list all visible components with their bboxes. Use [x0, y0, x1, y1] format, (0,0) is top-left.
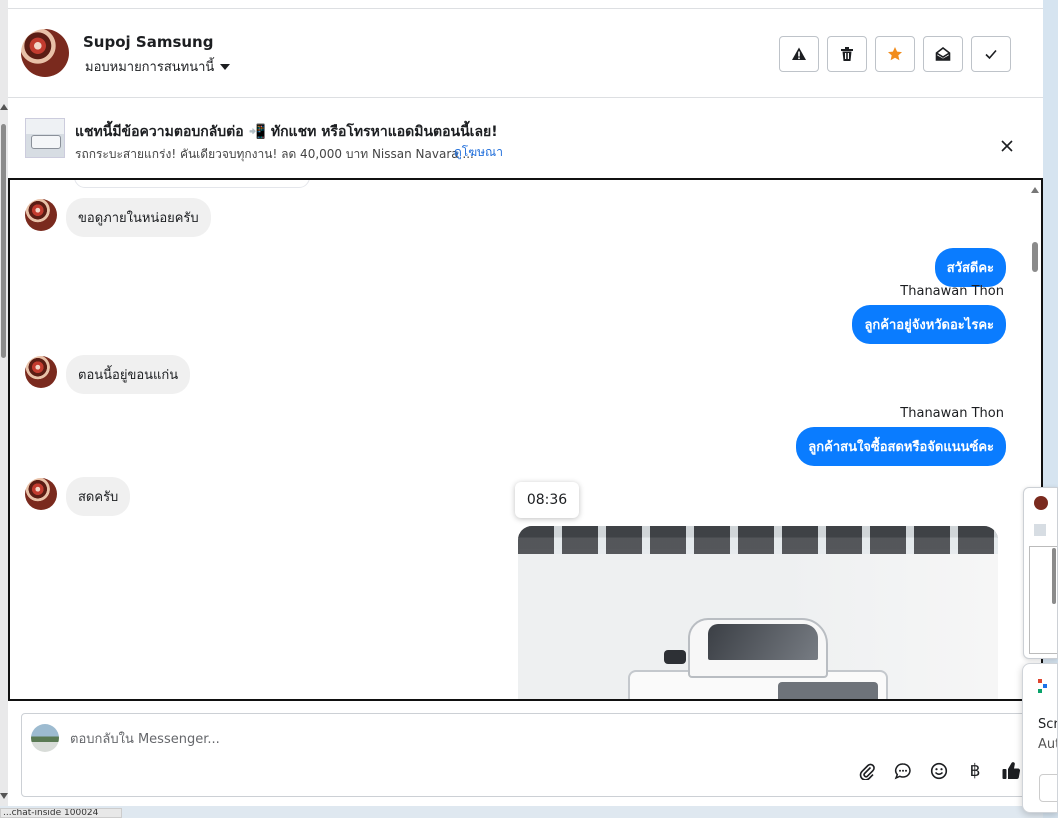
- scroll-up-arrow-icon[interactable]: [1031, 187, 1039, 193]
- notification-action-button[interactable]: [1039, 774, 1057, 802]
- scroll-down-arrow-icon[interactable]: [0, 793, 8, 799]
- scrollbar-thumb[interactable]: [1032, 242, 1038, 272]
- incoming-message[interactable]: สดครับ: [66, 477, 131, 516]
- conversation-header: Supoj Samsung มอบหมายการสนทนานี้: [8, 9, 1043, 98]
- notification-title: Scre: [1038, 717, 1058, 732]
- outgoing-message[interactable]: สวัสดีคะ: [934, 248, 1006, 287]
- ad-thumbnail[interactable]: [25, 118, 65, 158]
- payment-button[interactable]: ฿: [964, 760, 986, 782]
- reply-composer: ฿: [21, 713, 1031, 797]
- incoming-message[interactable]: ขอดูภายในหน่อยครับ: [66, 198, 211, 237]
- preview-scrollbar: [1052, 548, 1056, 604]
- incoming-message[interactable]: ตอนนี้อยู่ขอนแก่น: [66, 355, 191, 394]
- pickup-truck-image: [628, 618, 888, 699]
- truck-thumbnail-icon: [31, 135, 61, 149]
- mark-done-button[interactable]: [971, 36, 1011, 72]
- close-banner-button[interactable]: [994, 133, 1020, 159]
- left-scrollbar[interactable]: [0, 0, 8, 818]
- chat-bubble-icon: [894, 763, 911, 780]
- outgoing-message[interactable]: ลูกค้าสนใจซื้อสดหรือจัดแนนซ์คะ: [796, 427, 1006, 466]
- emoji-button[interactable]: [928, 760, 950, 782]
- preview-thumbnail: [1034, 524, 1046, 536]
- caret-down-icon: [220, 63, 231, 70]
- partial-message-bubble: [74, 180, 310, 188]
- contact-avatar-small[interactable]: [25, 478, 57, 510]
- mark-unread-button[interactable]: [923, 36, 963, 72]
- emoji-icon: [930, 762, 948, 780]
- message-thread[interactable]: ขอดูภายในหน่อยครับ สวัสดีคะ Thanawan Tho…: [8, 178, 1043, 701]
- photo-ceiling: [518, 526, 998, 554]
- composer-tools: ฿: [856, 760, 1022, 782]
- sender-name: Thanawan Thon: [900, 406, 1004, 421]
- reply-input[interactable]: [70, 728, 770, 750]
- notification-text: Aut: [1038, 737, 1057, 752]
- report-button[interactable]: [779, 36, 819, 72]
- send-like-button[interactable]: [1000, 760, 1022, 782]
- warning-icon: [792, 47, 806, 60]
- banner-title: แชทนี้มีข้อความตอบกลับต่อ 📲 ทักแชท หรือโ…: [75, 124, 498, 140]
- saved-replies-button[interactable]: [892, 760, 914, 782]
- header-actions: [779, 36, 1011, 72]
- banner-subtitle: รถกระบะสายแกร่ง! คันเดียวจบทุกงาน! ลด 40…: [75, 147, 474, 161]
- conversation-panel: Supoj Samsung มอบหมายการสนทนานี้ แชทนี้ม…: [8, 8, 1043, 806]
- image-attachment[interactable]: [518, 526, 998, 699]
- bottom-edge: [0, 806, 1043, 818]
- star-icon: [888, 47, 902, 61]
- scroll-up-arrow-icon[interactable]: [0, 104, 8, 110]
- status-url-tooltip: ...chat-inside 100024: [0, 808, 122, 818]
- app-logo-icon: [1038, 679, 1047, 693]
- assign-label: มอบหมายการสนทนานี้: [85, 60, 215, 75]
- star-button[interactable]: [875, 36, 915, 72]
- floating-chat-preview[interactable]: [1023, 487, 1058, 659]
- view-ad-link[interactable]: ดูโฆษณา: [454, 143, 503, 162]
- assign-conversation-dropdown[interactable]: มอบหมายการสนทนานี้: [85, 56, 231, 77]
- message-time-tooltip: 08:36: [515, 482, 579, 518]
- scrollbar-thumb[interactable]: [1, 124, 6, 358]
- contact-name[interactable]: Supoj Samsung: [83, 33, 213, 51]
- thumbs-up-icon: [1002, 762, 1021, 780]
- outgoing-message[interactable]: ลูกค้าอยู่จังหวัดอะไรคะ: [852, 305, 1006, 344]
- sender-name: Thanawan Thon: [900, 284, 1004, 299]
- contact-avatar-small[interactable]: [25, 356, 57, 388]
- ad-reply-banner: แชทนี้มีข้อความตอบกลับต่อ 📲 ทักแชท หรือโ…: [8, 99, 1043, 178]
- check-icon: [985, 49, 997, 60]
- baht-icon: ฿: [969, 761, 981, 781]
- contact-avatar[interactable]: [21, 29, 69, 77]
- notification-popup[interactable]: Scre Aut: [1022, 663, 1058, 813]
- contact-avatar-small[interactable]: [25, 199, 57, 231]
- page-avatar: [31, 724, 59, 752]
- close-icon: [1001, 140, 1013, 152]
- envelope-open-icon: [935, 46, 951, 61]
- delete-button[interactable]: [827, 36, 867, 72]
- preview-avatar: [1034, 496, 1048, 510]
- trash-icon: [841, 47, 853, 61]
- attach-button[interactable]: [856, 760, 878, 782]
- paperclip-icon: [859, 763, 875, 780]
